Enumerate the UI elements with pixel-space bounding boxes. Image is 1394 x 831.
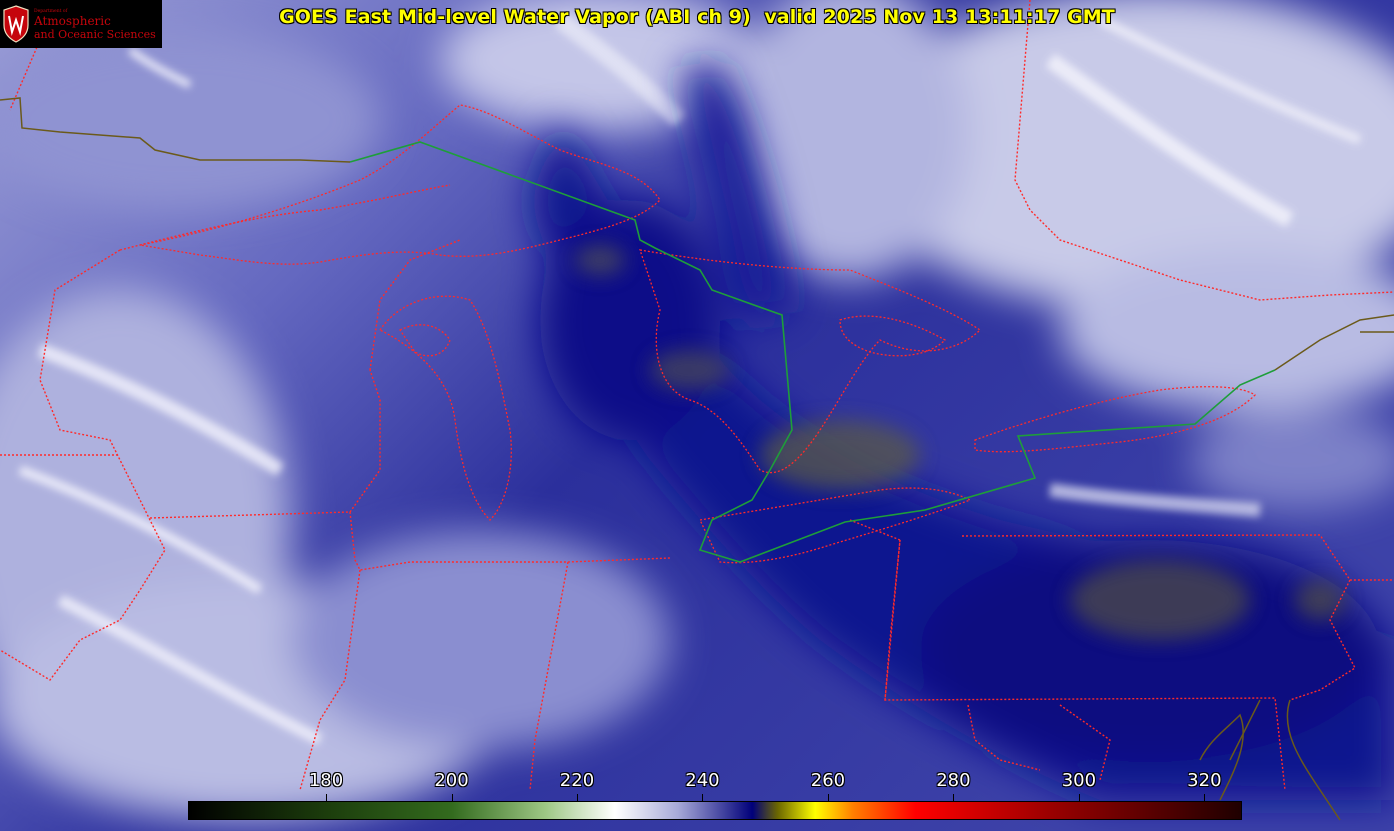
- colorbar-tick-mark: [702, 794, 704, 801]
- colorbar-tick-label: 300: [1061, 770, 1097, 791]
- colorbar-tick-label: 180: [308, 770, 344, 791]
- image-title: GOES East Mid-level Water Vapor (ABI ch …: [279, 6, 1115, 28]
- colorbar-tick-mark: [1078, 794, 1080, 801]
- colorbar-tick-label: 240: [685, 770, 720, 791]
- colorbar-tick-mark: [1204, 794, 1206, 801]
- colorbar-tick-mark: [953, 794, 955, 801]
- satellite-map: Department of Atmospheric and Oceanic Sc…: [0, 0, 1394, 831]
- water-vapor-image: [0, 0, 1394, 831]
- colorbar-tick-mark: [827, 794, 829, 801]
- colorbar-tick-mark: [576, 794, 578, 801]
- logo-line-2: and Oceanic Sciences: [34, 28, 156, 41]
- colorbar-tick-label: 200: [434, 770, 469, 791]
- colorbar-tick-label: 220: [559, 770, 595, 791]
- colorbar-tick-mark: [451, 794, 453, 801]
- colorbar-tick-label: 320: [1187, 770, 1222, 791]
- colorbar-tick-label: 280: [936, 770, 971, 791]
- colorbar-tick-label: 260: [810, 770, 846, 791]
- colorbar: [188, 801, 1242, 820]
- colorbar-tick-mark: [326, 794, 328, 801]
